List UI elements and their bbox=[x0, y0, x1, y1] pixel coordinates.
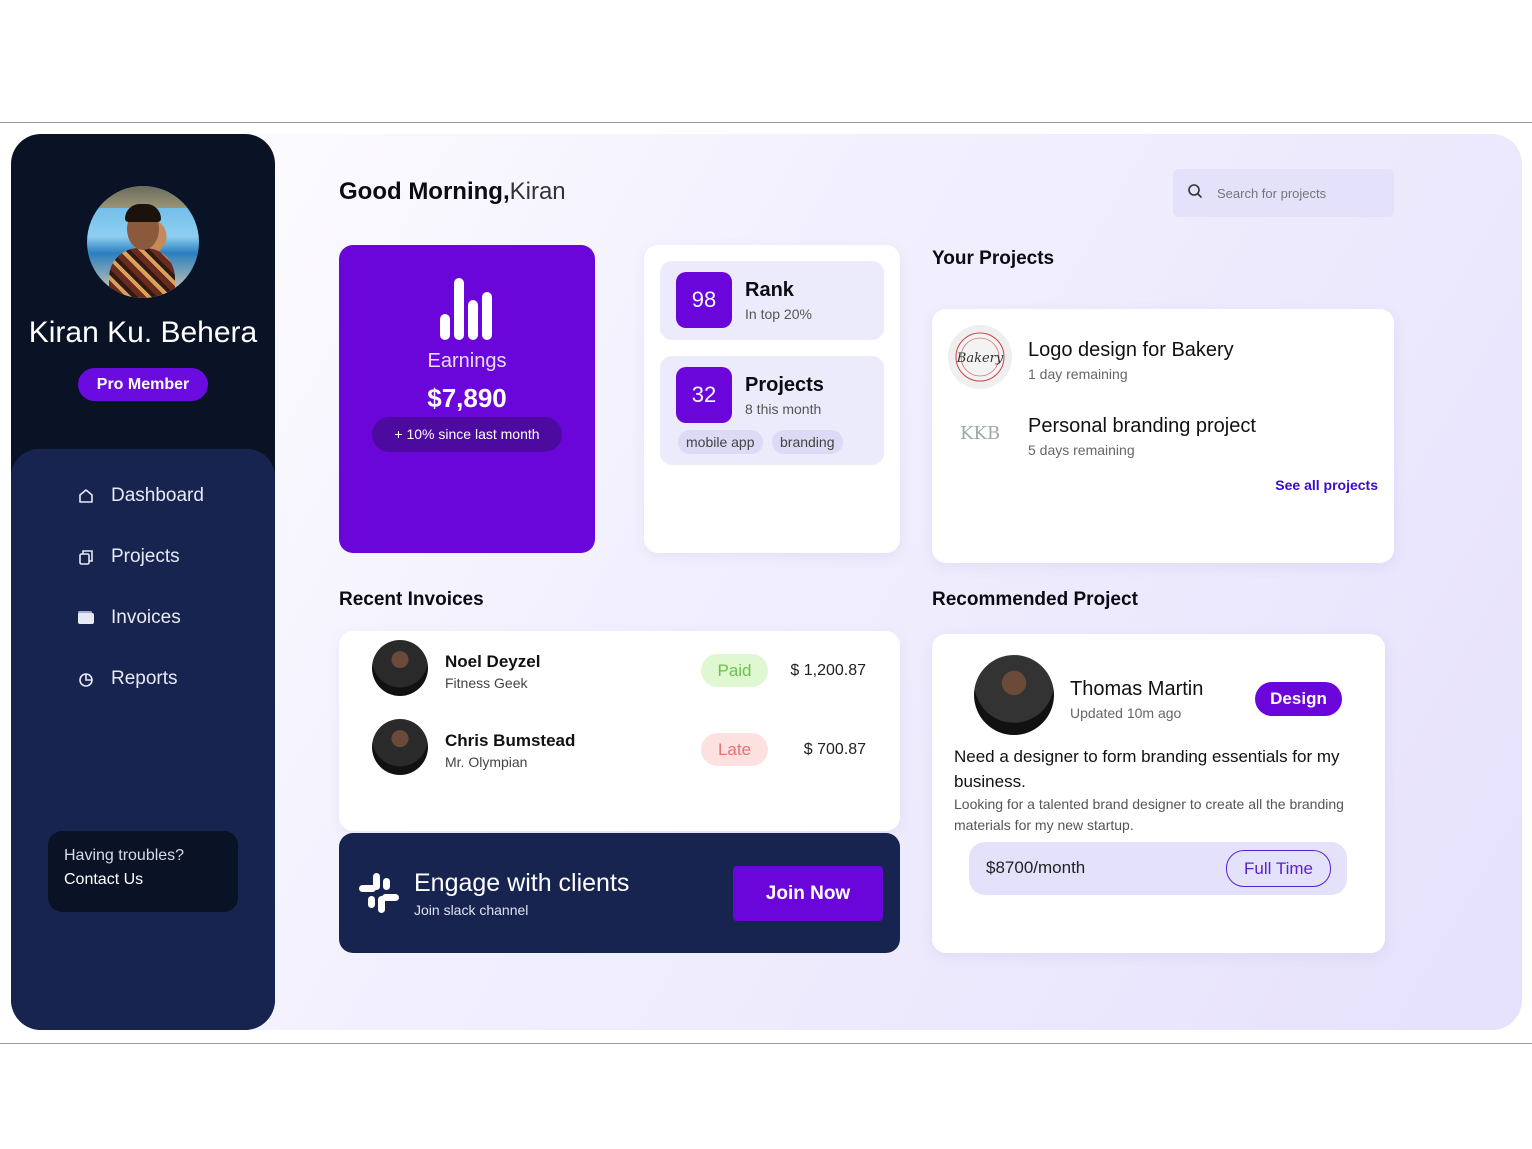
invoice-role: Fitness Geek bbox=[445, 675, 528, 691]
engage-banner: Engage with clients Join slack channel J… bbox=[339, 833, 900, 953]
nav-label: Projects bbox=[111, 546, 180, 567]
greeting: Good Morning,Kiran bbox=[339, 178, 566, 206]
invoice-role: Mr. Olympian bbox=[445, 754, 528, 770]
greeting-salutation: Good Morning, bbox=[339, 178, 510, 205]
slack-icon bbox=[357, 871, 401, 920]
project-subtitle: 5 days remaining bbox=[1028, 442, 1135, 458]
avatar bbox=[372, 719, 428, 775]
your-projects-title: Your Projects bbox=[932, 248, 1055, 269]
copy-icon bbox=[75, 546, 97, 568]
bakery-logo-text: Bakery bbox=[956, 351, 1004, 366]
pay-bar: $8700/month Full Time bbox=[969, 842, 1347, 895]
earnings-change-badge: + 10% since last month bbox=[372, 417, 562, 452]
recommended-updated: Updated 10m ago bbox=[1070, 705, 1182, 721]
earnings-label: Earnings bbox=[427, 350, 507, 372]
wallet-icon bbox=[75, 607, 97, 629]
avatar bbox=[974, 655, 1054, 735]
nav-item-reports[interactable]: Reports bbox=[75, 664, 178, 694]
sidebar: Kiran Ku. Behera Pro Member Dashboard Pr… bbox=[11, 134, 275, 1030]
sidebar-nav-panel: Dashboard Projects Invoices Reports bbox=[11, 449, 275, 1030]
nav-label: Invoices bbox=[111, 607, 181, 628]
status-badge-late: Late bbox=[701, 733, 768, 766]
nav-item-invoices[interactable]: Invoices bbox=[75, 603, 181, 633]
search-icon bbox=[1187, 183, 1203, 203]
your-projects-card: Bakery Logo design for Bakery 1 day rema… bbox=[932, 309, 1394, 563]
membership-badge: Pro Member bbox=[78, 368, 208, 401]
recommended-project-card[interactable]: Thomas Martin Updated 10m ago Design Nee… bbox=[932, 634, 1385, 953]
projects-subtitle: 8 this month bbox=[745, 401, 822, 417]
project-title[interactable]: Personal branding project bbox=[1028, 415, 1256, 438]
kkb-logo-text: KKB bbox=[960, 423, 1000, 444]
nav-label: Dashboard bbox=[111, 485, 204, 506]
invoice-name[interactable]: Chris Bumstead bbox=[445, 731, 575, 751]
bar-chart-icon bbox=[440, 278, 494, 340]
recommended-project-title: Recommended Project bbox=[932, 589, 1138, 610]
user-name: Kiran Ku. Behera bbox=[28, 316, 258, 349]
project-subtitle: 1 day remaining bbox=[1028, 366, 1128, 382]
greeting-name: Kiran bbox=[509, 178, 566, 205]
contact-us-link[interactable]: Contact Us bbox=[64, 871, 222, 889]
projects-stat[interactable]: 32 Projects 8 this month mobile app bran… bbox=[660, 356, 884, 465]
tag-branding[interactable]: branding bbox=[772, 430, 843, 454]
rank-stat[interactable]: 98 Rank In top 20% bbox=[660, 261, 884, 340]
earnings-card[interactable]: Earnings $7,890 + 10% since last month bbox=[339, 245, 595, 553]
nav-item-dashboard[interactable]: Dashboard bbox=[75, 481, 204, 511]
recommended-description: Looking for a talented brand designer to… bbox=[954, 796, 1344, 833]
status-badge-paid: Paid bbox=[701, 654, 768, 687]
help-card[interactable]: Having troubles? Contact Us bbox=[48, 831, 238, 912]
invoice-amount: $ 700.87 bbox=[803, 741, 866, 758]
join-now-button[interactable]: Join Now bbox=[733, 866, 883, 921]
see-all-projects-link[interactable]: See all projects bbox=[1275, 477, 1378, 493]
engage-title: Engage with clients bbox=[414, 869, 630, 897]
projects-number: 32 bbox=[676, 367, 732, 423]
pie-chart-icon bbox=[75, 668, 97, 690]
nav-item-projects[interactable]: Projects bbox=[75, 542, 180, 572]
recommended-heading: Need a designer to form branding essenti… bbox=[954, 747, 1340, 791]
category-badge: Design bbox=[1255, 682, 1342, 716]
recent-invoices-title: Recent Invoices bbox=[339, 589, 484, 610]
kkb-logo: KKB bbox=[948, 401, 1012, 465]
invoice-amount: $ 1,200.87 bbox=[790, 662, 866, 679]
earnings-value: $7,890 bbox=[427, 383, 507, 413]
engage-subtitle: Join slack channel bbox=[414, 902, 529, 918]
home-icon bbox=[75, 485, 97, 507]
projects-title: Projects bbox=[745, 374, 824, 396]
rank-title: Rank bbox=[745, 279, 794, 301]
help-text: Having troubles? bbox=[64, 847, 185, 864]
recommended-person-name: Thomas Martin bbox=[1070, 678, 1204, 700]
rank-number: 98 bbox=[676, 272, 732, 328]
stats-card: 98 Rank In top 20% 32 Projects 8 this mo… bbox=[644, 245, 900, 553]
search-bar[interactable] bbox=[1173, 169, 1394, 217]
tag-mobile-app[interactable]: mobile app bbox=[678, 430, 763, 454]
frame-divider-top bbox=[0, 122, 1532, 123]
user-avatar[interactable] bbox=[87, 186, 199, 298]
project-title[interactable]: Logo design for Bakery bbox=[1028, 339, 1234, 362]
search-input[interactable] bbox=[1217, 185, 1377, 201]
avatar bbox=[372, 640, 428, 696]
invoice-name[interactable]: Noel Deyzel bbox=[445, 652, 540, 672]
bakery-logo: Bakery bbox=[948, 325, 1012, 389]
invoices-card: Noel Deyzel Fitness Geek Paid $ 1,200.87… bbox=[339, 631, 900, 831]
rank-subtitle: In top 20% bbox=[745, 306, 812, 322]
nav-label: Reports bbox=[111, 668, 178, 689]
full-time-button[interactable]: Full Time bbox=[1226, 850, 1331, 887]
frame-divider-bottom bbox=[0, 1043, 1532, 1044]
pay-rate: $8700/month bbox=[986, 858, 1086, 877]
